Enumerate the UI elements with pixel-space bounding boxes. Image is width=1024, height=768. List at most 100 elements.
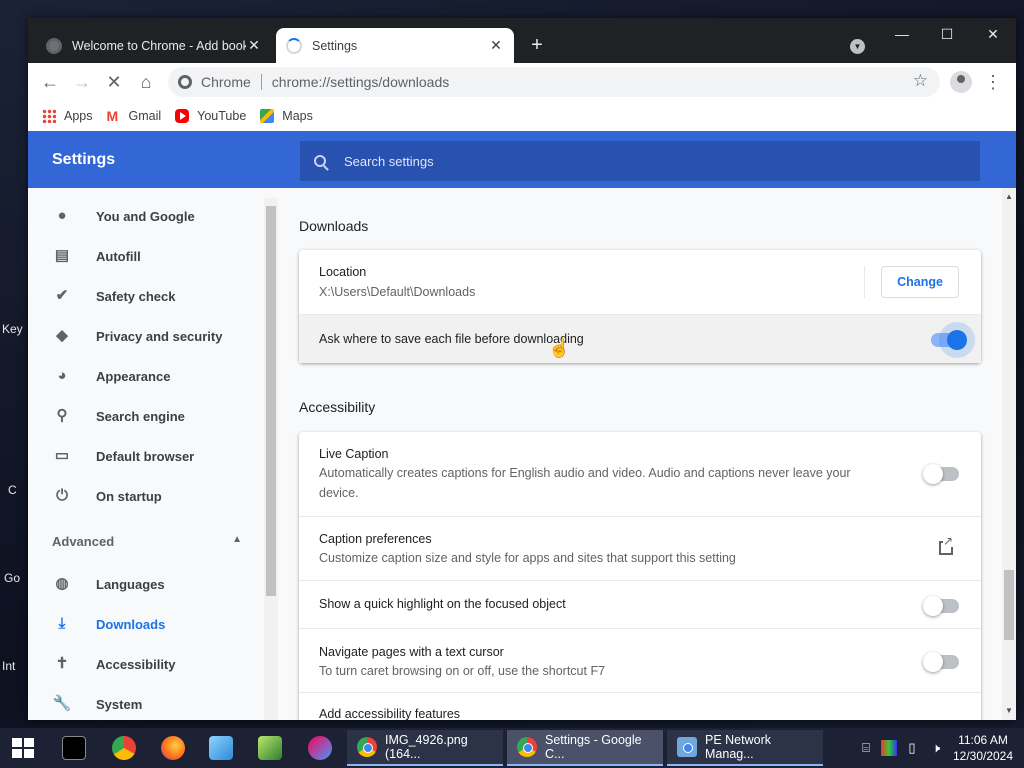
address-bar[interactable]: Chrome chrome://settings/downloads ☆ (168, 67, 940, 97)
sidebar-item-label: On startup (96, 488, 162, 504)
youtube-icon (175, 109, 190, 123)
folder-icon[interactable] (209, 736, 233, 760)
person-icon: ● (57, 207, 67, 224)
location-label: Location (319, 265, 367, 279)
back-arrow-icon[interactable]: ← (36, 69, 64, 95)
stop-loading-icon[interactable]: ✕ (100, 69, 128, 95)
section-title-accessibility: Accessibility (299, 399, 376, 415)
taskbar-app-label: Settings - Google C... (545, 733, 642, 761)
browser-toolbar: ← → ✕ ⌂ Chrome chrome://settings/downloa… (28, 63, 1016, 101)
volume-muted-icon[interactable]: 🕨 (928, 740, 944, 756)
bookmark-apps[interactable]: Apps (42, 109, 93, 123)
tab-search-icon[interactable]: ▼ (850, 39, 865, 54)
scrollbar-thumb[interactable] (266, 206, 276, 596)
settings-header: Settings (28, 131, 1016, 188)
caret-browsing-row[interactable]: Navigate pages with a text cursor To tur… (299, 628, 981, 692)
display-tray-icon[interactable] (881, 740, 897, 756)
sidebar-item-default-browser[interactable]: ▭ Default browser (28, 436, 264, 476)
chrome-icon[interactable] (112, 736, 136, 760)
search-input[interactable] (344, 153, 904, 169)
caret-browsing-desc: To turn caret browsing on or off, use th… (319, 664, 606, 678)
ask-where-toggle[interactable] (931, 330, 967, 350)
scroll-up-icon[interactable]: ▲ (1005, 192, 1013, 201)
change-location-button[interactable]: Change (881, 266, 959, 298)
live-caption-toggle[interactable] (923, 464, 959, 484)
scroll-down-icon[interactable]: ▼ (1005, 706, 1013, 715)
caption-preferences-desc: Customize caption size and style for app… (319, 551, 736, 565)
tab-settings[interactable]: Settings ✕ (276, 28, 514, 63)
new-tab-button[interactable]: + (526, 35, 548, 57)
caption-preferences-row[interactable]: Caption preferences Customize caption si… (299, 516, 981, 580)
add-features-label: Add accessibility features (319, 707, 461, 720)
sidebar-item-accessibility[interactable]: ✝ Accessibility (28, 644, 264, 684)
sidebar-item-search-engine[interactable]: ⚲ Search engine (28, 396, 264, 436)
settings-sidebar: ● You and Google ▤ Autofill ✔ Safety che… (28, 188, 264, 720)
desktop-label: C (8, 483, 17, 497)
shield-check-icon: ✔ (55, 287, 69, 304)
home-icon[interactable]: ⌂ (132, 69, 160, 95)
clipboard-icon: ▤ (54, 247, 70, 264)
sidebar-item-you-and-google[interactable]: ● You and Google (28, 196, 264, 236)
close-icon[interactable]: ✕ (488, 37, 504, 54)
bookmark-youtube[interactable]: YouTube (175, 109, 246, 123)
focus-highlight-row[interactable]: Show a quick highlight on the focused ob… (299, 580, 981, 628)
advanced-toggle[interactable]: Advanced ▲ (52, 534, 242, 554)
close-window-button[interactable]: ✕ (979, 26, 1007, 46)
bookmark-maps[interactable]: Maps (260, 109, 313, 123)
main-scrollbar[interactable]: ▲ ▼ (1002, 188, 1016, 720)
sidebar-item-label: Default browser (96, 448, 195, 464)
sidebar-item-downloads[interactable]: ⤓ Downloads (28, 604, 264, 644)
sidebar-item-privacy[interactable]: ◆ Privacy and security (28, 316, 264, 356)
ask-where-row[interactable]: Ask where to save each file before downl… (299, 314, 981, 363)
loading-spinner-icon (286, 37, 302, 54)
profile-avatar-icon[interactable] (950, 71, 972, 93)
sidebar-scrollbar[interactable] (264, 198, 278, 720)
sidebar-item-system[interactable]: 🔧 System (28, 684, 264, 720)
search-icon: ⚲ (56, 407, 68, 424)
system-clock[interactable]: 11:06 AM 12/30/2024 (948, 732, 1018, 764)
forward-arrow-icon[interactable]: → (68, 69, 96, 95)
apps-grid-icon (42, 109, 56, 123)
sidebar-item-label: You and Google (96, 208, 195, 224)
sidebar-item-languages[interactable]: ◍ Languages (28, 564, 264, 604)
sidebar-item-on-startup[interactable]: ⏻ On startup (28, 476, 264, 516)
terminal-icon[interactable] (62, 736, 86, 760)
network-tray-icon[interactable]: ⌸ (858, 740, 874, 756)
sidebar-item-safety-check[interactable]: ✔ Safety check (28, 276, 264, 316)
focus-highlight-toggle[interactable] (923, 596, 959, 616)
taskbar-app-image-viewer[interactable]: IMG_4926.png (164... (347, 730, 503, 766)
minimize-button[interactable]: — (888, 26, 916, 46)
more-menu-icon[interactable]: ⋮ (984, 69, 1002, 95)
desktop-label: Key (2, 322, 23, 336)
caret-browsing-toggle[interactable] (923, 652, 959, 672)
chart-tool-icon[interactable] (258, 736, 282, 760)
live-caption-row[interactable]: Live Caption Automatically creates capti… (299, 432, 981, 516)
address-origin: Chrome (201, 74, 251, 90)
toggle-knob (923, 652, 943, 672)
sidebar-item-label: Privacy and security (96, 328, 223, 344)
section-title-downloads: Downloads (299, 218, 369, 234)
paint-tool-icon[interactable] (308, 736, 332, 760)
taskbar-app-label: PE Network Manag... (705, 733, 771, 761)
scrollbar-thumb[interactable] (1004, 570, 1014, 640)
sidebar-item-autofill[interactable]: ▤ Autofill (28, 236, 264, 276)
maximize-button[interactable]: ☐ (933, 26, 961, 46)
bookmarks-bar: Apps M Gmail YouTube Maps (28, 101, 1016, 131)
firefox-icon[interactable] (161, 736, 185, 760)
add-features-row[interactable]: Add accessibility features (299, 692, 981, 720)
close-icon[interactable]: ✕ (246, 37, 262, 54)
tab-welcome[interactable]: Welcome to Chrome - Add book ✕ (36, 28, 272, 63)
bookmark-star-icon[interactable]: ☆ (913, 71, 928, 91)
chrome-icon (517, 737, 537, 757)
battery-tray-icon[interactable]: ▯ (904, 740, 920, 756)
search-box[interactable] (300, 141, 980, 181)
taskbar-app-network-manager[interactable]: PE Network Manag... (667, 730, 823, 766)
address-separator (260, 74, 262, 90)
open-external-icon[interactable] (939, 535, 954, 555)
tab-strip: Welcome to Chrome - Add book ✕ Settings … (28, 18, 1016, 63)
bookmark-gmail[interactable]: M Gmail (107, 109, 162, 123)
taskbar-app-chrome-settings[interactable]: Settings - Google C... (507, 730, 663, 766)
focus-highlight-label: Show a quick highlight on the focused ob… (319, 597, 566, 611)
windows-start-icon[interactable] (12, 738, 34, 758)
sidebar-item-appearance[interactable]: ◕ Appearance (28, 356, 264, 396)
